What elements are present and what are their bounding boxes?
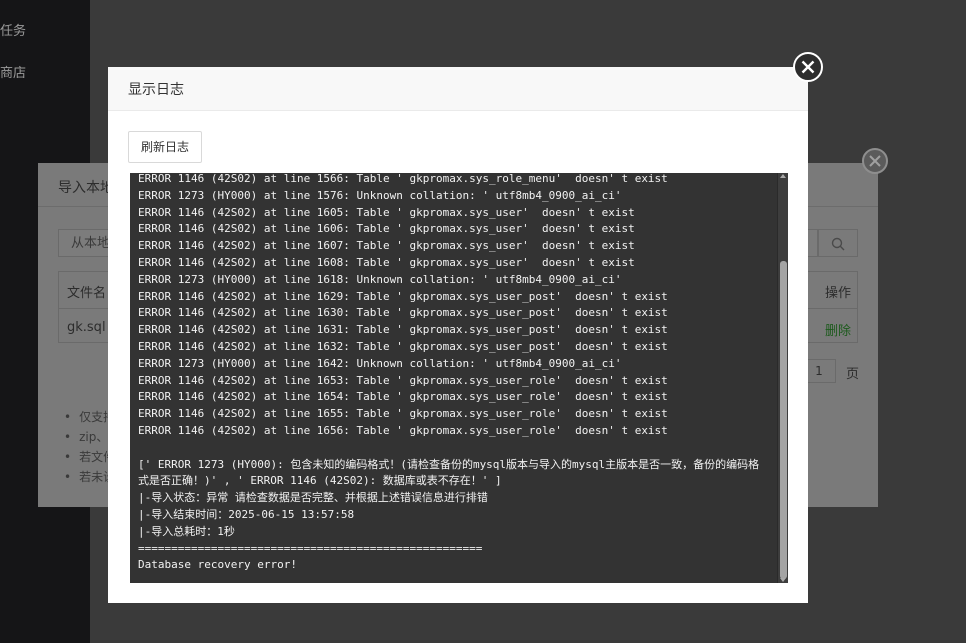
log-line: ERROR 1146 (42S02) at line 1655: Table '… (138, 407, 668, 421)
column-header-file-name: 文件名 (67, 286, 107, 301)
log-line: ERROR 1146 (42S02) at line 1606: Table '… (138, 222, 635, 236)
log-line: ERROR 1146 (42S02) at line 1629: Table '… (138, 289, 668, 303)
scrollbar-thumb[interactable] (780, 261, 787, 579)
log-line: |-导入总耗时：1秒 (138, 524, 235, 538)
log-line: ERROR 1273 (HY000) at line 1576: Unknown… (138, 188, 622, 202)
log-line: ERROR 1146 (42S02) at line 1605: Table '… (138, 205, 635, 219)
close-icon (801, 60, 815, 74)
log-line: ERROR 1146 (42S02) at line 1566: Table '… (138, 173, 668, 185)
log-line: ERROR 1273 (HY000) at line 1642: Unknown… (138, 356, 622, 370)
scroll-up-arrow-icon[interactable] (780, 174, 786, 178)
log-line: ERROR 1146 (42S02) at line 1608: Table '… (138, 255, 635, 269)
log-line: Database recovery error! (138, 558, 297, 572)
delete-link[interactable]: 删除 (825, 320, 851, 339)
log-line: ERROR 1273 (HY000) at line 1618: Unknown… (138, 272, 622, 286)
log-line: ERROR 1146 (42S02) at line 1631: Table '… (138, 323, 668, 337)
log-line: ERROR 1146 (42S02) at line 1607: Table '… (138, 239, 635, 253)
log-line: ERROR 1146 (42S02) at line 1632: Table '… (138, 339, 668, 353)
page-unit-label: 页 (846, 367, 860, 382)
search-button[interactable] (818, 229, 858, 257)
table-cell-file-name: gk.sql (67, 320, 106, 335)
log-output[interactable]: ERROR 1146 (42S02) at line 1566: Table '… (130, 173, 788, 583)
search-icon (831, 237, 845, 251)
log-line: |-导入状态：异常 请检查数据是否完整、并根据上述错误信息进行排错 (138, 491, 488, 505)
import-dialog-close-button[interactable] (862, 148, 888, 174)
log-line: [' ERROR 1273 (HY000): 包含未知的编码格式！(请检查备份的… (138, 457, 760, 488)
modal-header: 显示日志 (108, 67, 808, 111)
log-line: ERROR 1146 (42S02) at line 1656: Table '… (138, 423, 668, 437)
log-scrollbar[interactable] (777, 173, 788, 583)
log-modal: 显示日志 刷新日志 ERROR 1146 (42S02) at line 156… (108, 67, 808, 603)
log-line: ERROR 1146 (42S02) at line 1654: Table '… (138, 390, 668, 404)
log-line: |-导入结束时间：2025-06-15 13:57:58 (138, 507, 355, 521)
scroll-down-arrow-icon[interactable] (780, 578, 786, 582)
log-modal-close-button[interactable] (793, 52, 823, 82)
column-header-action: 操作 (825, 286, 852, 301)
close-icon (869, 155, 881, 167)
sidebar-item-store[interactable]: 商店 (0, 62, 26, 81)
log-line: ========================================… (138, 541, 483, 555)
import-dialog-title: 导入本地 (58, 180, 114, 196)
log-line: ERROR 1146 (42S02) at line 1653: Table '… (138, 373, 668, 387)
modal-title: 显示日志 (128, 82, 184, 98)
log-lines: ERROR 1146 (42S02) at line 1566: Table '… (138, 173, 770, 574)
refresh-log-button[interactable]: 刷新日志 (128, 131, 203, 163)
log-line: ERROR 1146 (42S02) at line 1630: Table '… (138, 306, 668, 320)
sidebar-item-tasks[interactable]: 任务 (0, 20, 26, 39)
